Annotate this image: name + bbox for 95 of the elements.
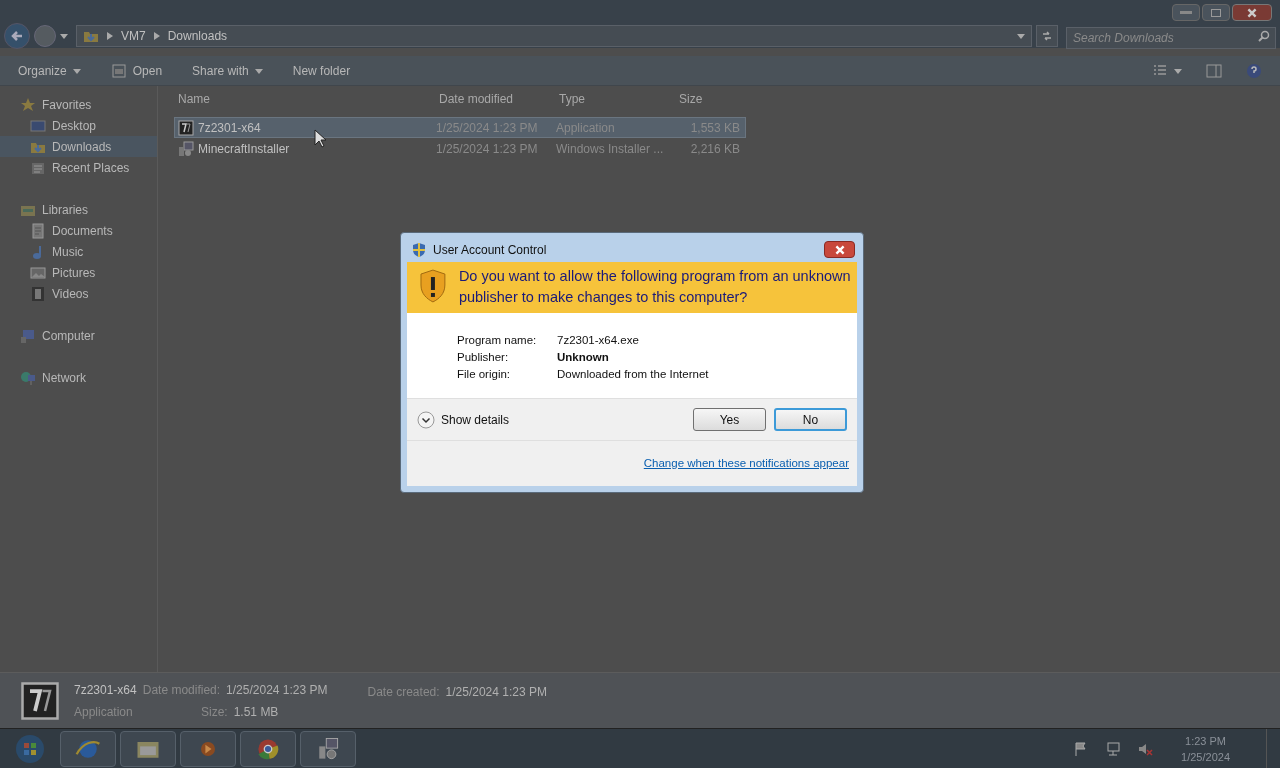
expand-chevron-icon <box>417 410 435 429</box>
forward-button[interactable] <box>34 25 56 47</box>
preview-pane-button[interactable] <box>1206 62 1222 79</box>
caret-icon <box>1174 66 1182 75</box>
detail-value: 1.51 MB <box>233 703 279 721</box>
chevron-icon <box>107 32 113 40</box>
sidebar-item[interactable]: Network <box>0 367 157 388</box>
table-cell-text: Windows Installer ... <box>556 140 665 158</box>
sidebar-item[interactable]: Pictures <box>0 262 157 283</box>
file-icon <box>178 119 194 136</box>
computer-icon <box>20 327 36 344</box>
field-label: File origin: <box>457 367 512 382</box>
sidebar-item[interactable]: Documents <box>0 220 157 241</box>
caret-icon <box>72 66 81 75</box>
restore-button[interactable] <box>1202 4 1230 21</box>
taskbar-button[interactable] <box>180 730 236 767</box>
file-name: 7z2301-x64 <box>74 681 137 699</box>
sidebar-item[interactable]: Libraries <box>0 199 157 220</box>
network-icon <box>1105 740 1122 757</box>
file-icon <box>18 680 62 721</box>
sidebar-item[interactable]: Recent Places <box>0 157 157 178</box>
field-label: Program name: <box>457 333 538 348</box>
cursor-icon <box>314 129 326 148</box>
clock[interactable]: 1:23 PM 1/25/2024 <box>1181 732 1230 765</box>
close-icon <box>833 243 846 256</box>
pane-icon <box>1206 62 1222 79</box>
file-name: 7z2301-x64 <box>198 119 261 137</box>
dialog-title: User Account Control <box>433 241 547 259</box>
sidebar-item[interactable]: Videos <box>0 283 157 304</box>
column-header[interactable]: Name <box>174 90 435 108</box>
notifications-link[interactable]: Change when these notifications appear <box>643 454 849 473</box>
taskbar-button[interactable] <box>60 730 116 767</box>
network-icon <box>20 369 36 386</box>
breadcrumb[interactable]: Downloads <box>167 27 228 45</box>
desktop-icon <box>30 117 46 134</box>
column-header[interactable]: Date modified <box>435 90 555 108</box>
field-value: 7z2301-x64.exe <box>557 333 639 348</box>
help-button[interactable] <box>1246 62 1262 79</box>
sidebar-item[interactable]: Computer <box>0 325 157 346</box>
sidebar-item[interactable]: Music <box>0 241 157 262</box>
field-label: Publisher: <box>457 350 510 365</box>
toolbar-button[interactable]: Share with <box>192 61 263 80</box>
toolbar-button[interactable]: Organize <box>18 61 81 80</box>
address-field[interactable]: VM7 Downloads <box>76 25 1032 47</box>
column-header[interactable]: Type <box>555 90 675 108</box>
file-name: MinecraftInstaller <box>198 140 290 158</box>
detail-label: Size: <box>201 703 228 721</box>
sidebar-item[interactable]: Downloads <box>0 136 157 157</box>
star-icon <box>20 96 36 113</box>
toolbar-button[interactable]: New folder <box>292 61 351 80</box>
caret-icon <box>1017 32 1025 40</box>
picture-icon <box>30 264 46 281</box>
close-button[interactable] <box>1232 4 1272 21</box>
toolbar-button[interactable]: Open <box>110 61 163 80</box>
back-arrow-icon <box>10 29 24 43</box>
table-cell-text: 2,216 KB <box>689 140 740 158</box>
caret-icon <box>60 32 68 40</box>
show-details-button[interactable]: Show details <box>417 410 510 429</box>
sidebar-item[interactable]: Favorites <box>0 94 157 115</box>
taskbar-button[interactable] <box>120 730 176 767</box>
dialog-button[interactable]: No <box>774 408 847 431</box>
file-type: Application <box>74 703 134 721</box>
dialog-question: Do you want to allow the following program from an unknown publisher to make changes to this computer? <box>458 267 852 307</box>
taskbar-button[interactable] <box>300 730 356 767</box>
breadcrumb[interactable]: VM7 <box>121 27 146 45</box>
shield-icon <box>411 241 427 258</box>
sidebar-item[interactable]: Desktop <box>0 115 157 136</box>
warning-shield-icon <box>419 269 447 303</box>
detail-label: Date created: <box>367 684 440 701</box>
table-cell-text: 1/25/2024 1:23 PM <box>436 140 539 158</box>
refresh-icon <box>1041 30 1053 42</box>
minimize-button[interactable] <box>1172 4 1200 21</box>
detail-value: 1/25/2024 1:23 PM <box>226 681 328 699</box>
document-icon <box>30 222 46 239</box>
close-icon <box>1246 6 1258 19</box>
help-icon <box>1246 62 1262 79</box>
refresh-button[interactable] <box>1036 25 1058 47</box>
caret-icon <box>254 66 263 75</box>
chevron-icon <box>153 32 160 40</box>
file-icon <box>178 140 194 157</box>
dialog-button[interactable]: Yes <box>693 408 766 431</box>
search-icon <box>1258 30 1270 42</box>
detail-value: 1/25/2024 1:23 PM <box>445 684 547 701</box>
search-field[interactable]: Search Downloads <box>1066 27 1276 49</box>
field-value: Unknown <box>557 350 609 365</box>
close-button[interactable] <box>824 241 855 258</box>
taskbar-button[interactable] <box>240 730 296 767</box>
window-icon <box>110 62 127 79</box>
detail-label: Date modified: <box>142 681 221 699</box>
back-button[interactable] <box>4 23 30 49</box>
video-icon <box>30 285 46 302</box>
column-header[interactable]: Size <box>675 90 745 108</box>
start-orb-icon <box>14 732 46 765</box>
field-value: Downloaded from the Internet <box>557 367 709 382</box>
file-row[interactable]: MinecraftInstaller 1/25/2024 1:23 PM Windows Installer ... 2,216 KB <box>174 138 746 159</box>
